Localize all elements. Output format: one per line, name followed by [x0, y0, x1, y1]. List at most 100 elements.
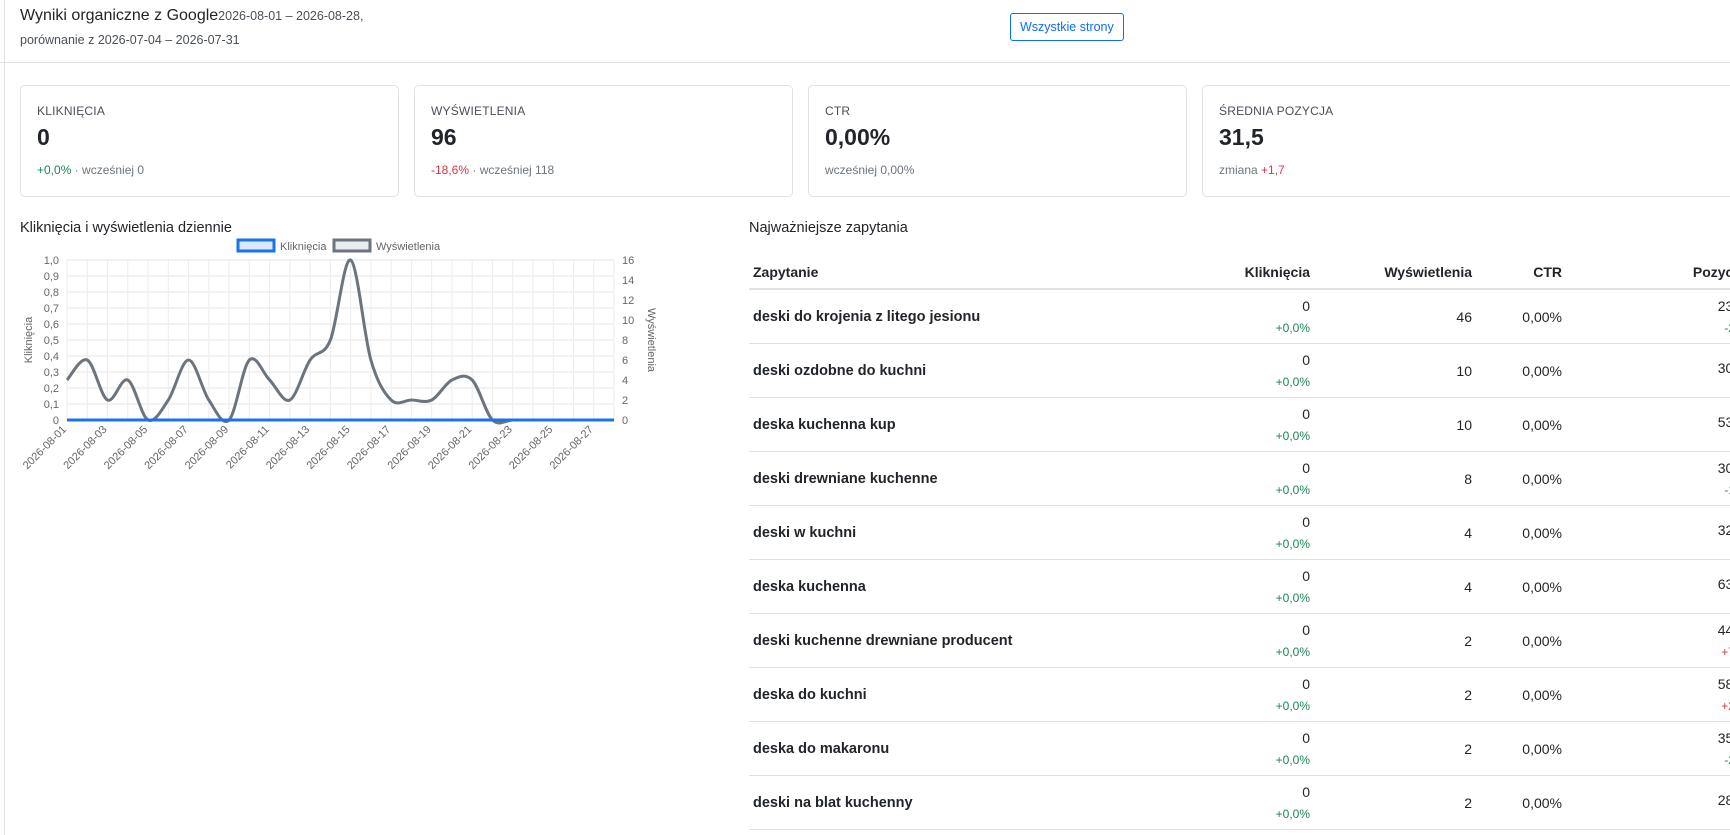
position-delta: -2,0	[1724, 320, 1730, 335]
query-text[interactable]: deski drewniane kuchenne	[749, 451, 1169, 506]
kpi-note: wcześniej 0,00%	[825, 163, 915, 177]
col-impressions[interactable]: Wyświetlenia	[1314, 256, 1476, 290]
kpi-subtext: +0,0% · wcześniej 0	[37, 163, 144, 177]
query-text[interactable]: deski w kuchni	[749, 505, 1169, 560]
ctr-value: 0,00%	[1476, 343, 1566, 398]
x-tick-label: 2026-08-27	[548, 424, 596, 472]
table-row[interactable]: deska do makaronu 0 +0,0% 20,00% 35,0 -2,0	[749, 721, 1730, 776]
clicks-cell: 0 +0,0%	[1169, 343, 1314, 398]
table-row[interactable]: deski w kuchni 0 +0,0% 40,00% 32,0	[749, 505, 1730, 560]
kpi-delta: +0,0%	[37, 163, 72, 177]
y-right-tick-label: 2	[622, 395, 628, 407]
report-header: Wyniki organiczne z Google2026-08-01 – 2…	[0, 0, 1730, 63]
top-queries-table: Zapytanie Kliknięcia Wyświetlenia CTR Po…	[749, 256, 1730, 830]
ctr-value: 0,00%	[1476, 451, 1566, 506]
left-border	[4, 0, 5, 835]
y-left-tick-label: 0,3	[44, 367, 59, 379]
clicks-value: 0	[1302, 783, 1310, 800]
clicks-delta: +0,0%	[1275, 590, 1310, 605]
col-position[interactable]: Pozycja	[1566, 256, 1730, 290]
y-right-tick-label: 10	[622, 315, 634, 327]
y-left-axis-title: Kliknięcia	[23, 316, 35, 363]
position-cell: 53,1	[1566, 397, 1730, 452]
ctr-value: 0,00%	[1476, 397, 1566, 452]
y-right-tick-label: 16	[622, 255, 634, 267]
ctr-value: 0,00%	[1476, 559, 1566, 614]
table-row[interactable]: deski ozdobne do kuchni 0 +0,0% 100,00% 30,8	[749, 343, 1730, 398]
table-row[interactable]: deski kuchenne drewniane producent 0 +0,0%…	[749, 613, 1730, 668]
impressions-value: 4	[1314, 505, 1476, 560]
query-text[interactable]: deska do kuchni	[749, 667, 1169, 722]
position-value: 28,0	[1717, 791, 1730, 808]
query-text[interactable]: deska do makaronu	[749, 721, 1169, 776]
position-value: 63,5	[1717, 575, 1730, 592]
clicks-value: 0	[1302, 513, 1310, 530]
clicks-delta: +0,0%	[1275, 698, 1310, 713]
table-row[interactable]: deski na blat kuchenny 0 +0,0% 20,00% 28,0	[749, 775, 1730, 830]
query-text[interactable]: deski kuchenne drewniane producent	[749, 613, 1169, 668]
y-right-tick-label: 14	[622, 275, 634, 287]
clicks-cell: 0 +0,0%	[1169, 451, 1314, 506]
kpi-note: · wcześniej 0	[74, 163, 145, 177]
clicks-cell: 0 +0,0%	[1169, 505, 1314, 560]
ctr-value: 0,00%	[1476, 667, 1566, 722]
query-text[interactable]: deski ozdobne do kuchni	[749, 343, 1169, 398]
table-row[interactable]: deska do kuchni 0 +0,0% 20,00% 58,0 +2,0	[749, 667, 1730, 722]
kpi-card-clicks: KLIKNIĘCIA 0 +0,0% · wcześniej 0	[20, 85, 399, 197]
kpi-label: CTR	[825, 104, 851, 118]
chart-title: Kliknięcia i wyświetlenia dziennie	[20, 220, 232, 236]
impressions-value: 10	[1314, 343, 1476, 398]
position-value: 23,5	[1717, 297, 1730, 314]
kpi-card-ctr: CTR 0,00% wcześniej 0,00%	[808, 85, 1187, 197]
y-left-tick-label: 0,4	[44, 351, 59, 363]
ctr-value: 0,00%	[1476, 775, 1566, 830]
kpi-note: · wcześniej 118	[472, 163, 555, 177]
ctr-value: 0,00%	[1476, 289, 1566, 344]
position-delta: -1,3	[1724, 482, 1730, 497]
position-cell: 58,0 +2,0	[1566, 667, 1730, 722]
kpi-label: WYŚWIETLENIA	[431, 104, 526, 118]
query-text[interactable]: deski do krojenia z litego jesionu	[749, 289, 1169, 344]
clicks-cell: 0 +0,0%	[1169, 775, 1314, 830]
col-ctr[interactable]: CTR	[1476, 256, 1566, 290]
kpi-note: zmiana	[1219, 163, 1258, 177]
impressions-value: 2	[1314, 721, 1476, 776]
kpi-card-avg-position: ŚREDNIA POZYCJA 31,5 zmiana +1,7	[1202, 85, 1730, 197]
all-pages-button[interactable]: Wszystkie strony	[1010, 13, 1124, 41]
table-row[interactable]: deska kuchenna kup 0 +0,0% 100,00% 53,1	[749, 397, 1730, 452]
date-range: 2026-08-01 – 2026-08-28,	[218, 9, 364, 23]
clicks-cell: 0 +0,0%	[1169, 289, 1314, 344]
clicks-value: 0	[1302, 621, 1310, 638]
ctr-value: 0,00%	[1476, 505, 1566, 560]
position-cell: 28,0	[1566, 775, 1730, 830]
position-cell: 63,5	[1566, 559, 1730, 614]
clicks-value: 0	[1302, 459, 1310, 476]
position-cell: 23,5 -2,0	[1566, 289, 1730, 344]
position-value: 32,0	[1717, 521, 1730, 538]
query-text[interactable]: deski na blat kuchenny	[749, 775, 1169, 830]
table-row[interactable]: deska kuchenna 0 +0,0% 40,00% 63,5	[749, 559, 1730, 614]
position-cell: 32,0	[1566, 505, 1730, 560]
query-text[interactable]: deska kuchenna kup	[749, 397, 1169, 452]
kpi-value: 0,00%	[825, 124, 891, 150]
query-text[interactable]: deska kuchenna	[749, 559, 1169, 614]
kpi-delta: +1,7	[1261, 163, 1285, 177]
position-delta: +7,0	[1721, 644, 1730, 659]
clicks-delta: +0,0%	[1275, 806, 1310, 821]
top-queries-table-wrap: Zapytanie Kliknięcia Wyświetlenia CTR Po…	[749, 256, 1730, 830]
clicks-delta: +0,0%	[1275, 536, 1310, 551]
position-value: 30,6	[1717, 459, 1730, 476]
col-query[interactable]: Zapytanie	[749, 256, 1169, 290]
impressions-value: 4	[1314, 559, 1476, 614]
ctr-value: 0,00%	[1476, 613, 1566, 668]
col-clicks[interactable]: Kliknięcia	[1169, 256, 1314, 290]
table-row[interactable]: deski do krojenia z litego jesionu 0 +0,0%…	[749, 289, 1730, 344]
x-tick-label: 2026-08-09	[183, 424, 231, 472]
ctr-value: 0,00%	[1476, 721, 1566, 776]
position-delta: -2,0	[1724, 752, 1730, 767]
table-row[interactable]: deski drewniane kuchenne0+0,0%80,00%30,6…	[749, 451, 1730, 506]
report-title-text: Wyniki organiczne z Google	[20, 7, 219, 24]
kpi-delta: -18,6%	[431, 163, 470, 177]
y-right-tick-label: 12	[622, 295, 634, 307]
daily-clicks-impressions-chart: 00,10,20,30,40,50,60,70,80,91,0024681012…	[21, 238, 657, 472]
